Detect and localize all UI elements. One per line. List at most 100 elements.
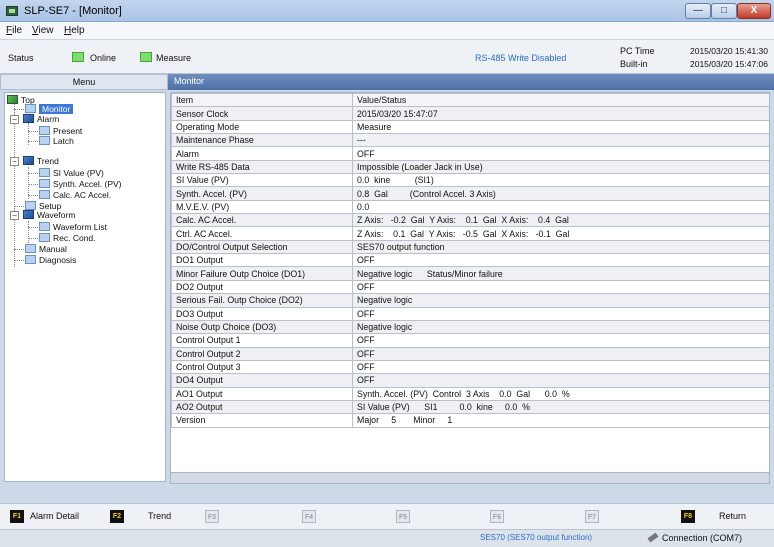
collapse-trend-icon[interactable]: − (10, 157, 19, 166)
table-row: Write RS-485 Data Impossible (Loader Jack… (171, 159, 769, 175)
tree-item-label: Synth. Accel. (PV) (53, 179, 122, 189)
tree-line (28, 195, 38, 196)
table-row: DO2 Output OFF (171, 279, 769, 295)
tree-item-si-value[interactable]: SI Value (PV) (39, 168, 104, 179)
tree-item-label: Waveform (37, 210, 76, 220)
item-cell: Calc. AC Accel. (171, 213, 353, 228)
tree-line (28, 141, 38, 142)
item-cell: SI Value (PV) (171, 173, 353, 188)
tree-line (28, 173, 38, 174)
table-row: DO3 Output OFF (171, 306, 769, 321)
tree-item-rec-cond[interactable]: Rec. Cond. (39, 233, 96, 244)
tree-item-synth-accel[interactable]: Synth. Accel. (PV) (39, 179, 122, 190)
window-title: SLP-SE7 - [Monitor] (24, 5, 122, 17)
item-cell: DO4 Output (171, 373, 353, 388)
plug-icon (647, 532, 659, 543)
menu-file-label: ile (12, 25, 23, 36)
tree-item-manual[interactable]: Manual (25, 244, 67, 255)
menu-help-label: elp (71, 25, 85, 36)
connection-status: Connection (COM7) (647, 532, 742, 543)
f6-button[interactable]: F6 (490, 510, 510, 524)
online-indicator-icon (72, 52, 84, 62)
item-cell: DO2 Output (171, 279, 353, 295)
tree-item-alarm[interactable]: Alarm (23, 114, 59, 125)
tree-item-waveform[interactable]: Waveform (23, 210, 75, 221)
minimize-button[interactable]: — (685, 3, 711, 19)
f4-button[interactable]: F4 (302, 510, 322, 524)
f8-label: Return (719, 511, 747, 521)
value-cell: OFF (352, 346, 769, 361)
navigation-tree: Top Monitor − Alarm Present Latch − Tren… (4, 92, 166, 482)
page-icon (39, 168, 50, 177)
horizontal-scrollbar[interactable] (170, 472, 770, 484)
f5-button[interactable]: F5 (396, 510, 416, 524)
page-icon (39, 179, 50, 188)
f7-button[interactable]: F7 (585, 510, 605, 524)
collapse-waveform-icon[interactable]: − (10, 211, 19, 220)
menu-bar: File View Help (0, 22, 774, 40)
value-cell: Synth. Accel. (PV) Control 3 Axis 0.0 Ga… (352, 386, 769, 401)
close-button[interactable]: X (737, 3, 771, 19)
tree-item-calc-ac-accel[interactable]: Calc. AC Accel. (39, 190, 111, 201)
f1-alarm-detail-button[interactable]: F1 Alarm Detail (10, 510, 100, 524)
tree-item-waveform-list[interactable]: Waveform List (39, 222, 107, 233)
item-cell: Write RS-485 Data (171, 159, 353, 175)
item-cell: M.V.E.V. (PV) (171, 199, 353, 215)
bottom-status-bar: SES70 (SES70 output function) Connection… (0, 529, 774, 547)
item-cell: Control Output 3 (171, 359, 353, 375)
table-row: Serious Fail. Outp Choice (DO2) Negative … (171, 293, 769, 308)
column-header-item: Item (171, 93, 353, 108)
menu-view[interactable]: View (32, 25, 54, 36)
f3-button[interactable]: F3 (205, 510, 225, 524)
item-cell: AO2 Output (171, 399, 353, 415)
maximize-button[interactable]: □ (711, 3, 737, 19)
folder-icon (23, 210, 34, 219)
table-row: DO/Control Output Selection SES70 output … (171, 239, 769, 255)
table-row: M.V.E.V. (PV) 0.0 (171, 199, 769, 215)
tree-item-label: Calc. AC Accel. (53, 190, 112, 200)
monitor-table-panel: Item Value/Status Sensor Clock 2015/03/20… (170, 92, 770, 482)
value-cell: OFF (352, 359, 769, 375)
f2-trend-button[interactable]: F2 Trend (110, 510, 190, 524)
table-row: DO1 Output OFF (171, 253, 769, 268)
value-cell: Major 5 Minor 1 (352, 413, 769, 428)
value-cell: Measure (352, 119, 769, 135)
folder-icon (23, 156, 34, 165)
table-row: Operating Mode Measure (171, 119, 769, 135)
folder-icon (23, 114, 34, 123)
f4-key-icon: F4 (302, 510, 316, 523)
page-icon (39, 233, 50, 242)
builtin-time-value: 2015/03/20 15:47:06 (690, 59, 768, 69)
f7-key-icon: F7 (585, 510, 599, 523)
f5-key-icon: F5 (396, 510, 410, 523)
tree-item-label: Monitor (39, 104, 74, 114)
page-icon (39, 190, 50, 199)
column-header-value: Value/Status (352, 93, 769, 108)
f8-return-button[interactable]: F8 Return (681, 510, 766, 524)
tree-item-diagnosis[interactable]: Diagnosis (25, 255, 76, 266)
monitor-panel-header: Monitor (168, 74, 774, 90)
value-cell: 2015/03/20 15:47:07 (352, 106, 769, 121)
value-cell: SI Value (PV) SI1 0.0 kine 0.0 % (352, 399, 769, 415)
menu-help[interactable]: Help (64, 25, 85, 36)
tree-line (28, 227, 38, 228)
menu-file[interactable]: File (6, 25, 22, 36)
collapse-alarm-icon[interactable]: − (10, 115, 19, 124)
status-bar: Status Online Measure RS-485 Write Disab… (0, 40, 774, 74)
title-bar: SLP-SE7 - [Monitor] — □ X (0, 0, 774, 22)
item-cell: Serious Fail. Outp Choice (DO2) (171, 293, 353, 308)
measure-indicator-icon (140, 52, 152, 62)
page-icon (25, 255, 36, 264)
item-cell: Minor Failure Outp Choice (DO1) (171, 266, 353, 281)
table-row: Control Output 2 OFF (171, 346, 769, 361)
table-row: AO2 Output SI Value (PV) SI1 0.0 kine 0.0… (171, 399, 769, 415)
table-row: Noise Outp Choice (DO3) Negative logic (171, 319, 769, 335)
tree-item-latch[interactable]: Latch (39, 136, 74, 147)
tree-line (28, 184, 38, 185)
item-cell: Alarm (171, 146, 353, 161)
tree-item-label: Waveform List (53, 222, 108, 232)
tree-line (28, 131, 38, 132)
table-row: Version Major 5 Minor 1 (171, 413, 769, 428)
tree-item-trend[interactable]: Trend (23, 156, 59, 167)
value-cell: --- (352, 133, 769, 148)
